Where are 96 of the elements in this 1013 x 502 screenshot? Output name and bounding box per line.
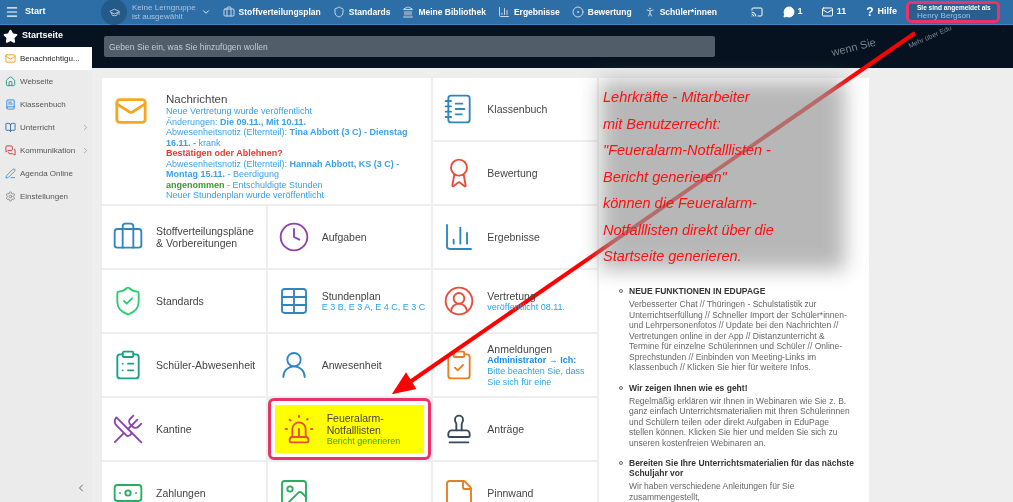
tile[interactable]: Aufgaben bbox=[267, 206, 432, 268]
start-menu-button[interactable]: Start bbox=[0, 0, 92, 24]
highlighted-tile[interactable]: Feueralarm-Notfalllisten Bericht generieren bbox=[267, 398, 432, 460]
nav-link[interactable]: Meine Bibliothek bbox=[402, 5, 486, 19]
tile-title: Nachrichten bbox=[166, 92, 229, 106]
library-icon bbox=[402, 6, 415, 18]
tile-note: Bericht generieren bbox=[326, 435, 402, 447]
annotation-text: Notfalllisten direkt über die bbox=[603, 220, 774, 240]
circle-icon bbox=[571, 6, 584, 18]
tile-note: Administrator → Ich: bbox=[487, 354, 578, 366]
news-heading[interactable]: Wir zeigen Ihnen wie es geht! bbox=[629, 382, 748, 393]
nav-link[interactable]: Ergebnisse bbox=[497, 5, 560, 19]
tile-title: Bewertung bbox=[487, 167, 538, 179]
tile-note: Bitte beachten Sie, dass Sie sich für eine bbox=[487, 365, 586, 388]
news-heading[interactable]: Bereiten Sie Ihre Unterrichtsmaterialien für das nächste Schuljahr vor bbox=[629, 458, 855, 478]
messages-tile[interactable] bbox=[102, 78, 432, 204]
caret-icon bbox=[200, 7, 211, 17]
annotation-text: Lehrkräfte - Mitarbeiter bbox=[603, 88, 751, 107]
message-line[interactable]: angenommen - Entschuldigte Stunden bbox=[166, 179, 420, 190]
tile-title: Anträge bbox=[487, 423, 525, 435]
tile[interactable]: Pinnwand bbox=[433, 462, 597, 502]
person-icon bbox=[443, 285, 476, 317]
tile-title: Klassenbuch bbox=[487, 103, 548, 115]
envelope-icon bbox=[5, 53, 16, 64]
settings-icon bbox=[5, 191, 16, 202]
annotation-text: "Feueralarm-Notfalllisten - bbox=[603, 141, 772, 160]
sidebar-item[interactable]: Webseite bbox=[0, 70, 92, 93]
tile-title: Zahlungen bbox=[156, 487, 206, 499]
tile-title: Aufgaben bbox=[321, 231, 367, 243]
nav-link[interactable]: Standards bbox=[332, 5, 391, 19]
chat-icon bbox=[782, 6, 795, 18]
news-text: Verbesserter Chat // Thüringen - Schulstatistik zur Unterrichtserfüllung // Schneller Import der Schüler*innen- und Lehrpersonenfotos // Update bei den Nachrichten // Vertretungen online in der App // Distanzunterricht & Termine für einzelne Schülerinnen und Schüler // Online-Sprechstunden // Einbinden von Meeting-Links im Klassenbuch // Klicken Sie hier für weitere Infos. bbox=[628, 299, 848, 373]
sidebar-title[interactable]: Startseite bbox=[0, 25, 92, 47]
news-text: Wir haben verschiedene Anleitungen für Sie zusammengestellt, bbox=[628, 481, 796, 502]
envelope-icon bbox=[820, 6, 834, 18]
sidebar-item[interactable]: Benachrichtigu... bbox=[0, 47, 92, 70]
cutlery-icon bbox=[112, 413, 144, 445]
sidebar-item[interactable]: Unterricht bbox=[0, 116, 92, 139]
nav-link[interactable]: Bewertung bbox=[571, 5, 632, 19]
mail-link[interactable]: 11 bbox=[820, 5, 847, 19]
nav-link[interactable]: Schüler*innen bbox=[643, 5, 717, 19]
tile-title: Anmeldungen bbox=[487, 342, 554, 355]
help-link[interactable]: ? Hilfe bbox=[866, 3, 897, 21]
clock-icon bbox=[277, 221, 310, 253]
chevron-icon bbox=[81, 146, 90, 155]
tile-title: Ergebnisse bbox=[487, 231, 540, 243]
tile[interactable]: Schüler-Abwesenheit bbox=[102, 334, 266, 396]
tile[interactable]: Anträge bbox=[433, 398, 597, 460]
annotation-text: können die Feueralarm- bbox=[603, 194, 758, 213]
news-heading[interactable]: NEUE FUNKTIONEN IN EDUPAGE bbox=[629, 286, 766, 296]
siren-icon bbox=[282, 413, 315, 445]
chat-link[interactable]: 1 bbox=[782, 5, 803, 19]
tile-title: Anwesenheit bbox=[321, 359, 382, 371]
annotation-text: Startseite generieren. bbox=[603, 247, 743, 266]
tile[interactable]: Standards bbox=[102, 270, 266, 332]
house-icon bbox=[5, 76, 16, 87]
tile[interactable]: Bewertung bbox=[433, 142, 597, 204]
tile-note: E 3 B, E 3 A, E 4 C, E 3 C bbox=[321, 301, 426, 313]
tile-title: Stundenplan bbox=[321, 289, 382, 302]
tile[interactable]: Stundenplan E 3 B, E 3 A, E 4 C, E 3 C bbox=[267, 270, 432, 332]
chevron-icon bbox=[81, 123, 90, 132]
tile[interactable]: Stoffverteilungspläne & Vorbereitungen bbox=[102, 206, 266, 268]
search-field[interactable]: Geben Sie ein, was Sie hinzufügen wollen bbox=[104, 36, 715, 57]
pen-icon bbox=[5, 168, 16, 179]
sidebar-item[interactable]: Agenda Online bbox=[0, 162, 92, 185]
news-text: Regelmäßig erklären wir Ihnen in Webinaren wie Sie z. B. ganz einfach Unterrichtsmaterialien mit Ihren Schülerinnen und Schülern teilen oder direkt Aufgaben in EduPage stellen können. Klicken Sie hier und melden Sie sich zu unseren kostenfreien Webinaren an. bbox=[628, 395, 851, 448]
tile[interactable]: Anmeldungen Administrator → Ich: Bitte beachten Sie, dass Sie sich für eine bbox=[433, 334, 597, 396]
bar-chart-icon bbox=[497, 6, 510, 18]
tile-title: Stoffverteilungspläne & Vorbereitungen bbox=[156, 225, 255, 249]
message-line[interactable]: Bestätigen oder Ablehnen? bbox=[166, 148, 420, 159]
tile[interactable]: Zahlungen bbox=[102, 462, 266, 502]
tile-title: Schüler-Abwesenheit bbox=[156, 359, 256, 371]
tile[interactable]: Ergebnisse bbox=[433, 206, 597, 268]
chat-icon bbox=[5, 145, 16, 156]
nav-link[interactable]: Stoffverteilungsplan bbox=[222, 5, 321, 19]
tile-title: Kantine bbox=[156, 423, 192, 435]
star-icon bbox=[3, 28, 18, 44]
cast-icon[interactable] bbox=[750, 6, 763, 18]
annotation-text: Bericht generieren" bbox=[603, 167, 728, 187]
sidebar-item[interactable]: Klassenbuch bbox=[0, 93, 92, 116]
banner-text: wenn Sie bbox=[829, 34, 878, 61]
graduation-cap-icon bbox=[108, 6, 120, 18]
menu-icon bbox=[5, 5, 19, 19]
annotation-text: mit Benutzerrecht: bbox=[603, 114, 722, 134]
sidebar-item[interactable]: Kommunikation bbox=[0, 139, 92, 162]
tile-title: Pinnwand bbox=[487, 487, 534, 499]
open-book-icon bbox=[5, 122, 16, 133]
sidebar-item[interactable]: Einstellungen bbox=[0, 185, 92, 208]
shield-icon bbox=[332, 6, 345, 18]
book-icon bbox=[5, 99, 16, 110]
tile-title: Feueralarm-Notfalllisten bbox=[326, 411, 385, 436]
tile[interactable]: Anwesenheit bbox=[267, 334, 432, 396]
tile[interactable]: Kantine bbox=[102, 398, 266, 460]
tile-title: Standards bbox=[156, 295, 204, 307]
tile[interactable]: Klassenbuch bbox=[433, 78, 597, 140]
briefcase-icon bbox=[222, 6, 235, 18]
